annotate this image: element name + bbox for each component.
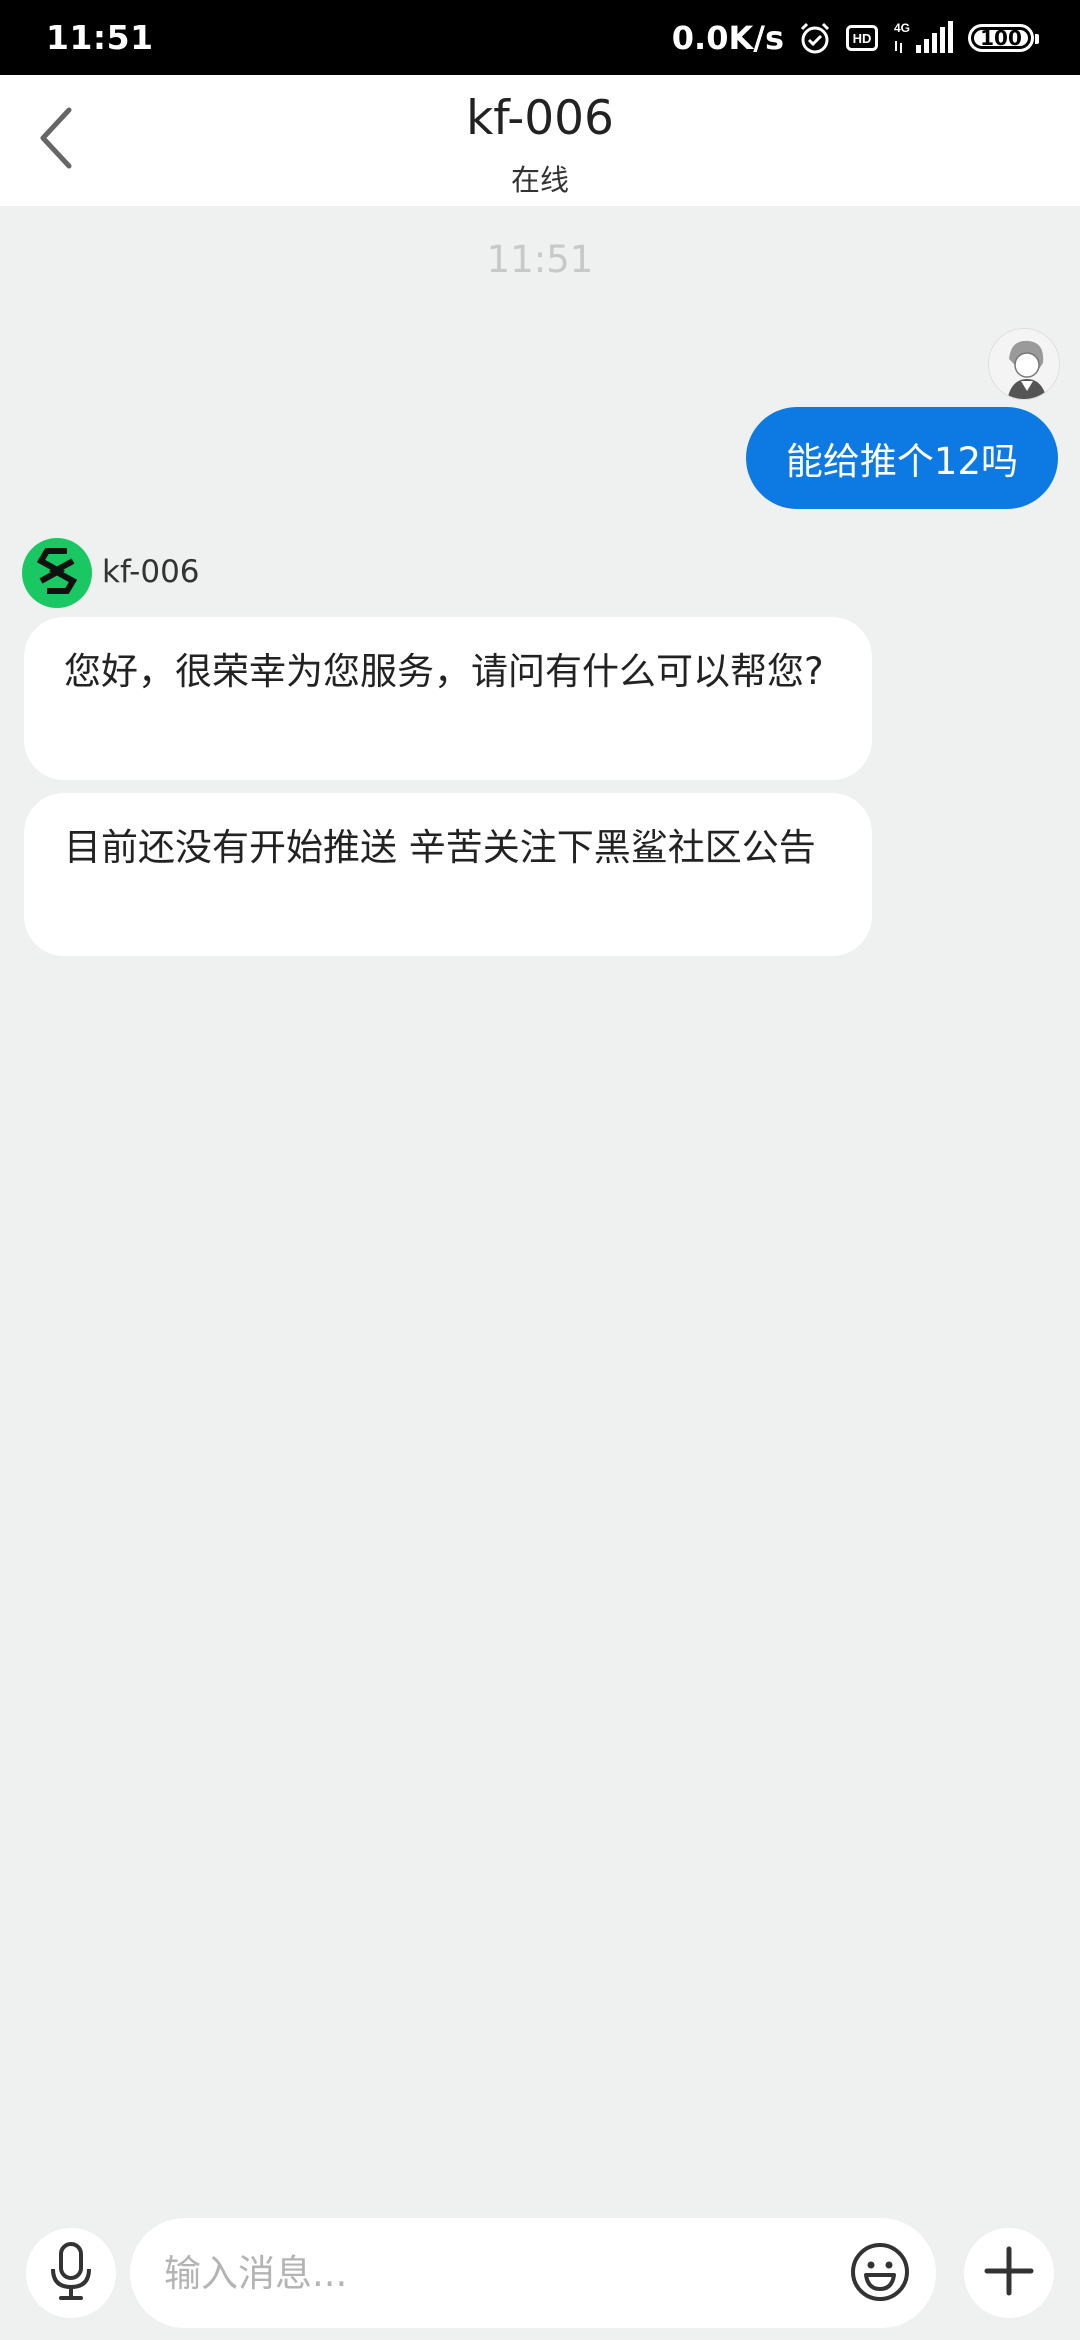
emoji-icon: [849, 2241, 911, 2307]
svg-text:HD: HD: [853, 31, 872, 46]
status-icons: 0.0K/s HD 4G 100: [671, 18, 1039, 57]
battery-icon: 100: [968, 23, 1039, 52]
chat-header: kf-006 在线: [0, 75, 1080, 206]
agent-message-text: 目前还没有开始推送 辛苦关注下黑鲨社区公告: [64, 826, 816, 869]
plus-icon: [983, 2245, 1035, 2301]
svg-text:4G: 4G: [894, 21, 910, 35]
battery-level: 100: [980, 25, 1022, 50]
voice-input-button[interactable]: [26, 2228, 116, 2318]
hd-icon: HD: [846, 24, 878, 51]
user-message-bubble[interactable]: 能给推个12吗: [745, 407, 1058, 509]
user-avatar[interactable]: [988, 328, 1060, 400]
status-bar: 11:51 0.0K/s HD 4G 100: [0, 0, 1080, 75]
agent-avatar[interactable]: [22, 538, 92, 608]
online-status: 在线: [510, 163, 569, 197]
alarm-icon: [798, 21, 832, 55]
agent-message-text: 您好，很荣幸为您服务，请问有什么可以帮您?: [64, 650, 824, 693]
contact-name: kf-006: [466, 91, 614, 146]
agent-name: kf-006: [102, 554, 200, 590]
agent-message-bubble[interactable]: 目前还没有开始推送 辛苦关注下黑鲨社区公告: [24, 793, 872, 956]
user-message-text: 能给推个12吗: [785, 440, 1018, 483]
agent-message-bubble[interactable]: 您好，很荣幸为您服务，请问有什么可以帮您?: [24, 617, 872, 780]
black-shark-logo-icon: [36, 547, 78, 599]
microphone-icon: [49, 2241, 93, 2305]
more-options-button[interactable]: [964, 2228, 1054, 2318]
chat-timestamp: 11:51: [486, 238, 594, 281]
status-time: 11:51: [46, 18, 154, 57]
net-speed: 0.0K/s: [671, 18, 784, 57]
emoji-button[interactable]: [848, 2242, 912, 2306]
message-input[interactable]: [130, 2218, 936, 2328]
message-input-bar: [0, 2206, 1080, 2340]
signal-icon: 4G: [892, 20, 954, 55]
